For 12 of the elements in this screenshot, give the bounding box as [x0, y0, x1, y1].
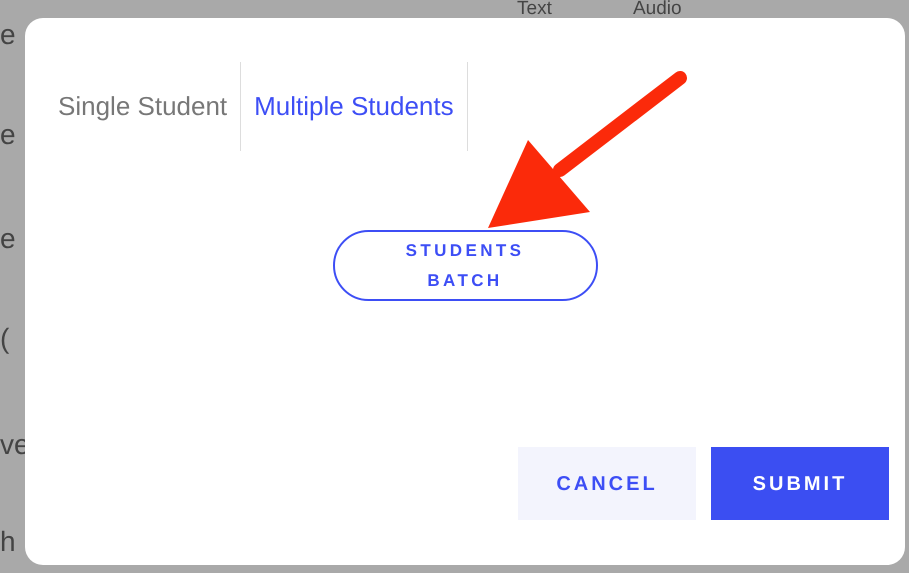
background-text: h [0, 525, 16, 559]
submit-button[interactable]: SUBMIT [711, 447, 889, 520]
background-text: e [0, 18, 16, 52]
background-text: ( [0, 322, 10, 356]
tab[interactable]: Multiple Students [241, 62, 468, 151]
students-batch-button[interactable]: STUDENTS BATCH [332, 230, 598, 301]
background-text: e [0, 118, 16, 152]
tab[interactable]: Single Student [45, 62, 242, 151]
background-text: e [0, 222, 16, 256]
column-header: Audio [633, 0, 682, 18]
column-header: Text [517, 0, 552, 18]
cancel-button[interactable]: CANCEL [518, 447, 696, 520]
